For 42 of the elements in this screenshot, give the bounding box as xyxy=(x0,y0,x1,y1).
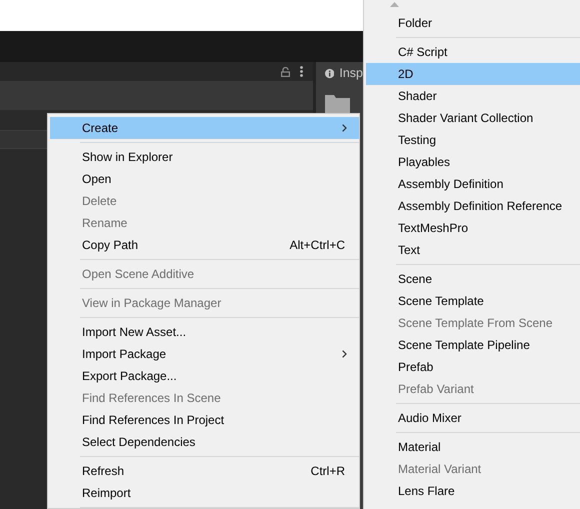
tab-label: Insp xyxy=(339,66,363,80)
menu-item[interactable]: 2D xyxy=(366,63,580,85)
shortcut-label: Ctrl+R xyxy=(310,464,345,478)
item-label: Create xyxy=(82,121,120,135)
menu-item[interactable]: Import New Asset... xyxy=(50,321,359,343)
menu-item[interactable]: Assembly Definition Reference xyxy=(366,195,580,217)
menu-item[interactable]: Prefab xyxy=(366,356,580,378)
menu-item[interactable]: Create xyxy=(50,117,359,139)
menu-item[interactable]: Assembly Definition xyxy=(366,173,580,195)
menu-item[interactable]: Scene Template xyxy=(366,290,580,312)
menu-item[interactable]: Shader xyxy=(366,85,580,107)
menu-item[interactable]: Material xyxy=(366,436,580,458)
menu-item[interactable]: Testing xyxy=(366,129,580,151)
menu-item[interactable]: Refresh Ctrl+R xyxy=(50,460,359,482)
item-label: Refresh xyxy=(82,464,126,478)
menu-item[interactable]: Copy Path Alt+Ctrl+C xyxy=(50,234,359,256)
chevron-icon xyxy=(342,124,347,132)
menu-item[interactable]: Import Package xyxy=(50,343,359,365)
menu-item[interactable]: Shader Variant Collection xyxy=(366,107,580,129)
info-icon xyxy=(325,68,334,78)
more-options-icon[interactable] xyxy=(300,66,303,77)
menu-item[interactable]: Find References In Project xyxy=(50,409,359,431)
menu-item[interactable]: Show in Explorer xyxy=(50,146,359,168)
menu-item[interactable]: Lens Flare xyxy=(366,480,580,502)
menu-item[interactable]: Audio Mixer xyxy=(366,407,580,429)
item-label: Copy Path xyxy=(82,238,140,252)
menu-item[interactable]: C# Script xyxy=(366,41,580,63)
menu-item[interactable]: Scene Template Pipeline xyxy=(366,334,580,356)
inspector-tab[interactable]: Insp xyxy=(316,62,363,84)
item-label: Import Package xyxy=(82,347,168,361)
menu-item[interactable]: Export Package... xyxy=(50,365,359,387)
lock-icon[interactable] xyxy=(281,66,290,76)
menu-item[interactable]: Select Dependencies xyxy=(50,431,359,453)
shortcut-label: Alt+Ctrl+C xyxy=(290,238,345,252)
menu-item[interactable]: Text xyxy=(366,239,580,261)
menu-item[interactable]: TextMeshPro xyxy=(366,217,580,239)
menu-item[interactable]: Folder xyxy=(366,12,580,34)
menu-item[interactable]: Reimport xyxy=(50,482,359,504)
menu-item[interactable]: Open xyxy=(50,168,359,190)
menu-item[interactable]: Playables xyxy=(366,151,580,173)
menu-item[interactable]: Scene xyxy=(366,268,580,290)
chevron-icon xyxy=(342,350,347,358)
